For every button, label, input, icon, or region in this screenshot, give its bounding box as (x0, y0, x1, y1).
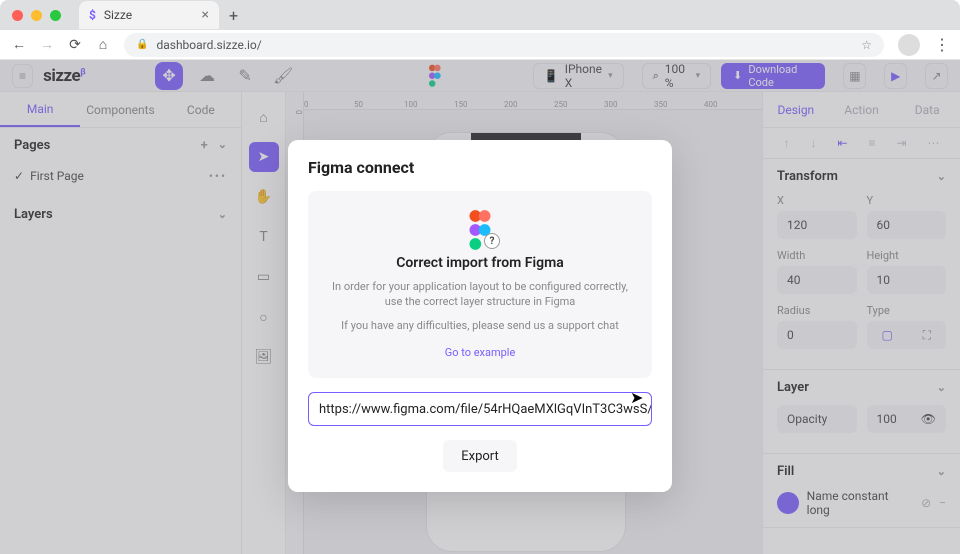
reload-button[interactable]: ⟳ (68, 37, 82, 53)
forward-button[interactable]: → (40, 36, 54, 53)
modal-overlay[interactable]: Figma connect ? Correct import from Figm… (0, 60, 960, 554)
modal-heading: Correct import from Figma (322, 255, 638, 271)
window-controls (12, 10, 61, 21)
go-to-example-link[interactable]: Go to example (445, 346, 516, 359)
url-text: dashboard.sizze.io/ (156, 38, 261, 52)
close-tab-icon[interactable]: × (202, 7, 209, 23)
export-button[interactable]: Export (443, 440, 517, 472)
minimize-window-icon[interactable] (31, 10, 42, 21)
question-badge-icon: ? (484, 233, 500, 249)
modal-desc-1: In order for your application layout to … (322, 279, 638, 310)
modal-info-box: ? Correct import from Figma In order for… (308, 191, 652, 378)
maximize-window-icon[interactable] (50, 10, 61, 21)
browser-tab-bar: $ Sizze × + (0, 0, 960, 30)
browser-tab[interactable]: $ Sizze × (79, 1, 219, 29)
profile-avatar[interactable] (898, 34, 920, 56)
bookmark-icon[interactable]: ☆ (861, 38, 872, 52)
address-bar: ← → ⟳ ⌂ 🔒 dashboard.sizze.io/ ☆ ⋮ (0, 30, 960, 60)
home-button[interactable]: ⌂ (96, 36, 110, 53)
url-input[interactable]: 🔒 dashboard.sizze.io/ ☆ (124, 33, 884, 57)
modal-title: Figma connect (308, 158, 652, 177)
browser-menu-icon[interactable]: ⋮ (934, 35, 948, 54)
figma-url-input[interactable]: https://www.figma.com/file/54rHQaeMXlGqV… (308, 392, 652, 426)
figma-help-icon: ? (466, 209, 494, 245)
close-window-icon[interactable] (12, 10, 23, 21)
lock-icon: 🔒 (136, 39, 148, 50)
new-tab-button[interactable]: + (229, 6, 238, 25)
tab-title: Sizze (104, 8, 132, 22)
favicon-icon: $ (89, 8, 96, 22)
modal-desc-2: If you have any difficulties, please sen… (322, 318, 638, 333)
back-button[interactable]: ← (12, 36, 26, 53)
figma-connect-modal: Figma connect ? Correct import from Figm… (288, 140, 672, 492)
